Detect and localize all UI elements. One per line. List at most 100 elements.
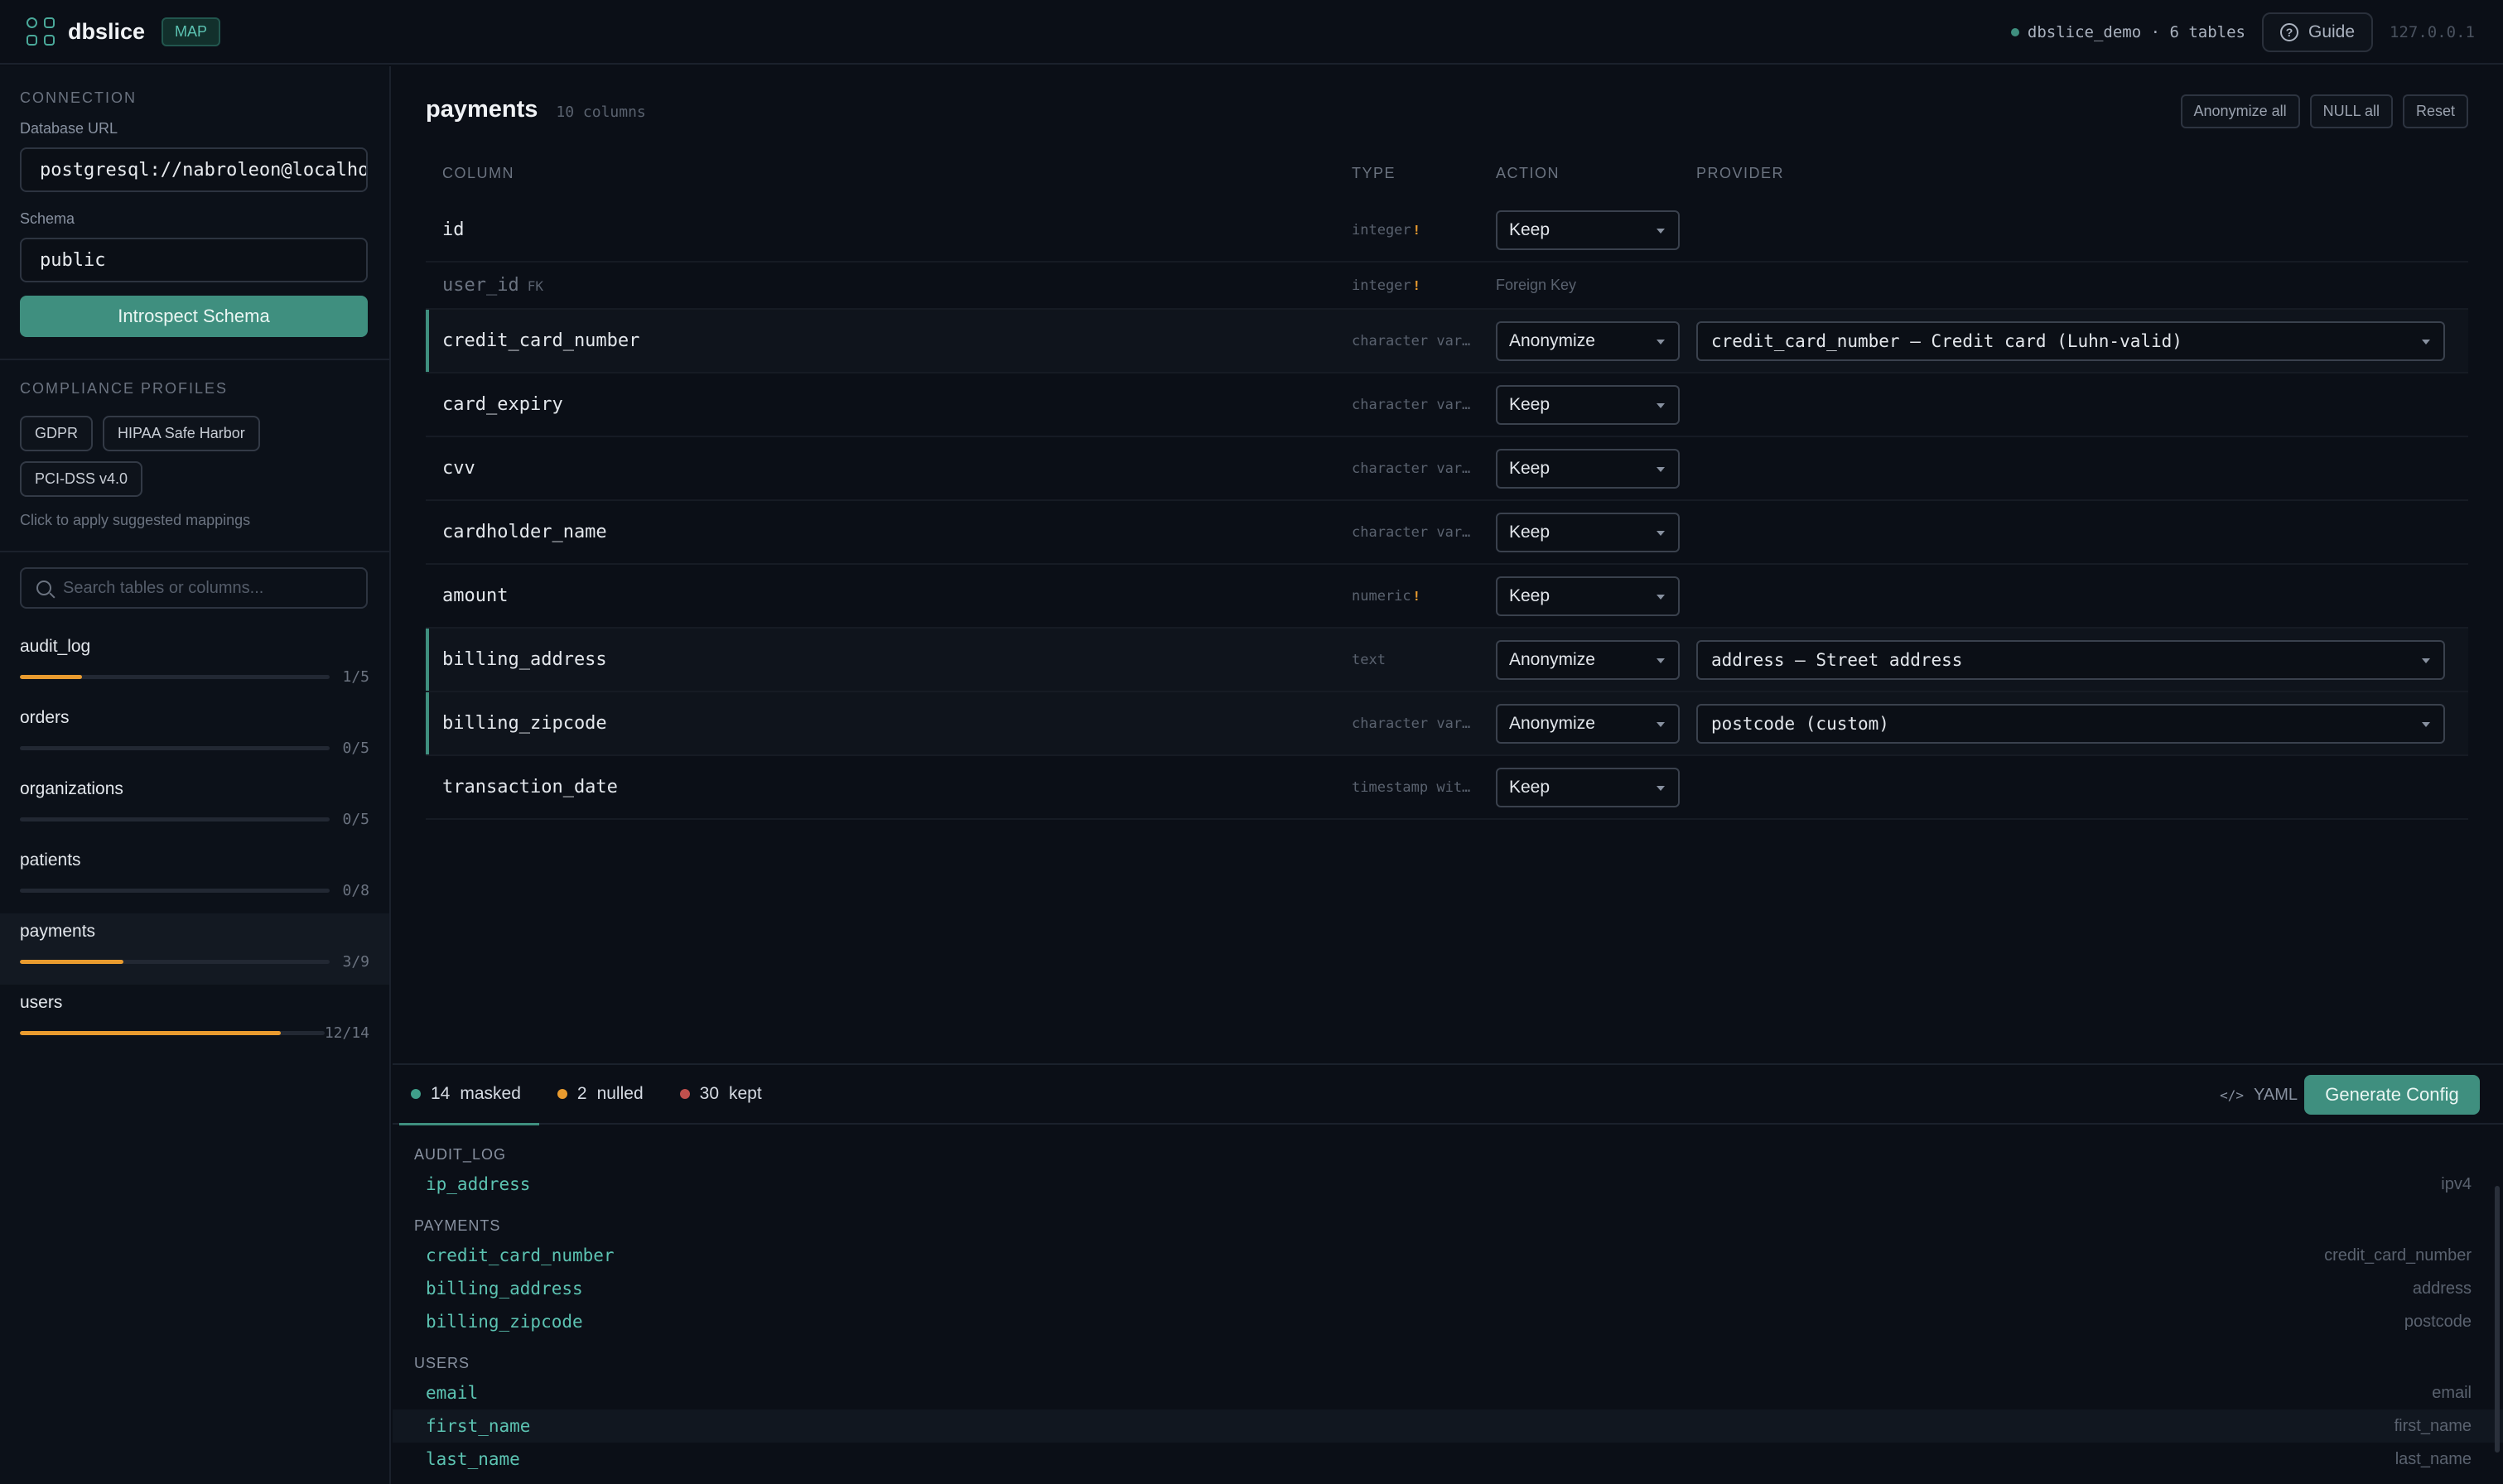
table-row: cardholder_name character var… Keep [426,501,2468,565]
column-cell: transaction_date [426,777,1352,797]
yaml-button[interactable]: </> YAML [2220,1065,2298,1125]
status-dot-icon [411,1089,421,1099]
column-cell: amount [426,585,1352,606]
chevron-down-icon [1657,228,1665,234]
profile-chip[interactable]: PCI-DSS v4.0 [20,461,143,497]
mapped-column: credit_card_number [426,1246,615,1265]
sidebar-item-payments[interactable]: payments 3/9 [0,913,389,985]
column-type: numeric [1352,587,1411,605]
type-cell: timestamp wit… [1352,779,1496,796]
mapped-provider: first_name [2394,1416,2472,1435]
action-select[interactable]: Keep [1496,448,1680,489]
connection-title: CONNECTION [20,89,137,106]
action-cell: Keep [1496,512,1696,552]
column-grid: COLUMN TYPE ACTION PROVIDER id integer! Ke… [426,147,2468,820]
mapping-row[interactable]: email email [393,1376,2503,1409]
reset-button[interactable]: Reset [2402,94,2468,128]
group-label: PAYMENTS [414,1217,501,1234]
profile-chip[interactable]: GDPR [20,416,94,451]
table-row: amount numeric! Keep [426,565,2468,629]
action-cell: Anonymize [1496,703,1696,744]
mapped-provider: email [2432,1383,2472,1402]
sidebar-item-organizations[interactable]: organizations 0/5 [0,771,389,842]
null-all-button[interactable]: NULL all [2309,94,2393,128]
profiles-hint: Click to apply suggested mappings [20,512,251,528]
action-select[interactable]: Anonymize [1496,639,1680,680]
action-select[interactable]: Keep [1496,767,1680,807]
search-input[interactable]: Search tables or columns... [20,567,368,609]
provider-select[interactable]: credit_card_number — Credit card (Luhn-v… [1696,320,2445,361]
db-status-text: dbslice_demo · 6 tables [2027,23,2245,41]
column-cell: billing_zipcode [426,713,1352,734]
schema-label: Schema [20,210,75,227]
guide-label: Guide [2308,22,2356,41]
mapping-row[interactable]: last_name last_name [393,1443,2503,1476]
action-cell: Keep [1496,767,1696,807]
action-select[interactable]: Keep [1496,210,1680,250]
action-select[interactable]: Keep [1496,512,1680,552]
provider-select[interactable]: postcode (custom) [1696,703,2445,744]
group-label: USERS [414,1355,470,1371]
type-cell: character var… [1352,397,1496,413]
introspect-schema-button[interactable]: Introspect Schema [20,296,368,337]
mapped-column: billing_address [426,1279,583,1298]
provider-cell: credit_card_number — Credit card (Luhn-v… [1696,320,2468,361]
stat-kept[interactable]: 30 kept [679,1064,762,1124]
chevron-down-icon [1657,594,1665,600]
column-type: character var… [1352,715,1471,732]
guide-button[interactable]: ? Guide [2262,12,2374,52]
mapping-row[interactable]: billing_address address [393,1272,2503,1305]
mapping-row[interactable]: ip_address ipv4 [393,1168,2503,1201]
scrollbar[interactable] [2495,1186,2500,1453]
progress-fill [20,1031,282,1035]
anonymize-all-button[interactable]: Anonymize all [2180,94,2300,128]
type-cell: character var… [1352,333,1496,349]
column-cell: credit_card_number [426,330,1352,351]
column-cell: card_expiry [426,394,1352,415]
provider-value: postcode (custom) [1711,713,1889,734]
stat-masked[interactable]: 14 masked [399,1064,539,1125]
table-count: 0/5 [342,740,369,757]
main-panel: payments 10 columns Anonymize all NULL a… [393,66,2503,1063]
profile-chip[interactable]: HIPAA Safe Harbor [103,416,260,451]
action-value: Anonymize [1509,649,1595,669]
mapped-column: first_name [426,1416,531,1436]
stat-nulled[interactable]: 2 nulled [557,1064,644,1124]
action-cell: Keep [1496,384,1696,425]
sidebar: CONNECTION Database URL postgresql://nab… [0,66,391,1484]
mapped-provider: postcode [2404,1312,2472,1331]
table-progress-row: 0/5 [20,740,369,757]
column-type: integer [1352,221,1411,238]
action-select[interactable]: Keep [1496,384,1680,425]
column-cell: user_id FK [426,275,1352,296]
sidebar-item-audit_log[interactable]: audit_log 1/5 [0,629,389,700]
action-select[interactable]: Keep [1496,576,1680,616]
table-name: audit_log [20,637,91,656]
provider-value: address — Street address [1711,649,1963,670]
chevron-down-icon [1657,721,1665,727]
schema-input[interactable]: public [20,238,368,282]
mapping-row[interactable]: first_name first_name [393,1409,2503,1443]
column-type: character var… [1352,460,1471,477]
provider-select[interactable]: address — Street address [1696,639,2445,680]
column-name: billing_address [442,649,607,670]
table-name: orders [20,708,70,727]
action-select[interactable]: Anonymize [1496,703,1680,744]
type-cell: text [1352,652,1496,668]
action-select[interactable]: Anonymize [1496,320,1680,361]
fk-badge: FK [527,278,543,294]
action-value: Anonymize [1509,330,1595,350]
table-count: 3/9 [342,953,369,971]
sidebar-item-orders[interactable]: orders 0/5 [0,700,389,771]
generate-config-button[interactable]: Generate Config [2304,1075,2480,1115]
status-dot-icon [557,1089,567,1099]
mapping-row[interactable]: credit_card_number credit_card_number [393,1239,2503,1272]
table-row: transaction_date timestamp wit… Keep [426,756,2468,820]
sidebar-item-patients[interactable]: patients 0/8 [0,842,389,913]
mapping-row[interactable]: billing_zipcode postcode [393,1305,2503,1338]
db-url-input[interactable]: postgresql://nabroleon@localhost [20,147,368,192]
mapped-provider: credit_card_number [2324,1246,2472,1265]
sidebar-item-users[interactable]: users 12/14 [0,985,389,1056]
mapping-list: AUDIT_LOG ip_address ipv4 PAYMENTS credit_ca… [393,1125,2503,1484]
